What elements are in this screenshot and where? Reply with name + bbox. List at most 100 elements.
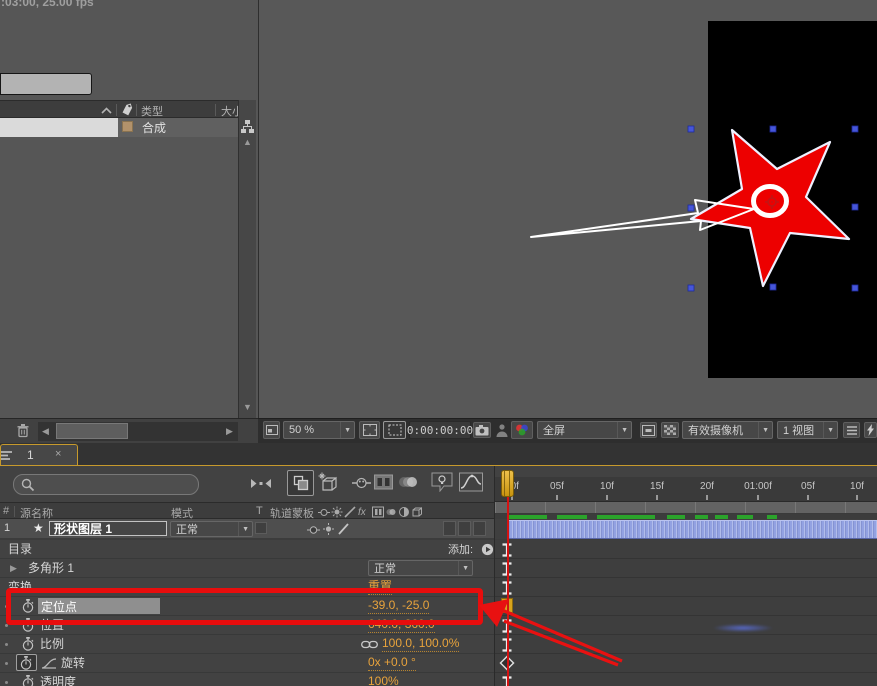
column-t[interactable]: T <box>256 505 263 517</box>
scroll-down-icon[interactable]: ▼ <box>243 403 252 412</box>
column-type[interactable]: 类型 <box>141 103 163 119</box>
expand-arrow-icon[interactable]: ▶ <box>10 564 17 573</box>
camera-view-dropdown[interactable]: 有效摄像机 ▼ <box>682 421 773 439</box>
effects-icon[interactable]: fx <box>357 505 371 518</box>
rotation-value[interactable]: 0x +0.0 ° <box>368 655 416 671</box>
column-index[interactable]: # <box>3 505 9 517</box>
layer-quality-switch[interactable] <box>337 522 350 536</box>
velocity-graph-icon[interactable] <box>41 657 57 669</box>
draft-3d-icon[interactable] <box>318 472 339 493</box>
polystar-mode-dropdown[interactable]: 正常 ▼ <box>368 560 473 576</box>
fast-preview-button[interactable] <box>864 422 877 438</box>
keyframe-nav-dot[interactable] <box>5 643 8 646</box>
shy-layers-icon[interactable] <box>352 474 371 490</box>
graph-editor-icon[interactable] <box>459 472 483 492</box>
scroll-right-icon[interactable]: ▶ <box>226 427 233 436</box>
label-tag-icon[interactable] <box>118 101 136 119</box>
rotation-stopwatch-active[interactable] <box>16 654 37 671</box>
safe-margins-button[interactable] <box>359 421 380 439</box>
frame-blend-column-icon[interactable] <box>372 506 384 518</box>
ruler-tick <box>807 495 809 500</box>
stopwatch-icon[interactable] <box>21 636 35 652</box>
shy-switch-icon[interactable] <box>318 506 330 518</box>
layer-index: 1 <box>4 522 11 534</box>
rotation-label: 旋转 <box>61 656 86 670</box>
zoom-level-dropdown[interactable]: 50 % ▼ <box>283 421 355 439</box>
column-divider <box>136 104 137 116</box>
motion-blur-icon[interactable] <box>398 474 418 490</box>
scroll-left-icon[interactable]: ◀ <box>42 427 49 436</box>
snapshot-button[interactable] <box>473 422 491 438</box>
timeline-search-input[interactable] <box>13 474 199 495</box>
live-update-button[interactable] <box>287 470 314 496</box>
scale-value[interactable]: 100.0, 100.0% <box>382 636 460 652</box>
mini-flowchart-icon[interactable] <box>250 476 272 491</box>
timeline-toggle-button[interactable] <box>843 422 860 438</box>
project-item-name-cell[interactable] <box>0 118 118 137</box>
channels-button[interactable] <box>511 421 533 439</box>
opacity-value[interactable]: 100% <box>368 674 399 686</box>
layer-3d-switch[interactable] <box>473 521 486 536</box>
flowchart-view-icon[interactable] <box>240 119 255 135</box>
brainstorm-icon[interactable] <box>431 472 453 492</box>
scrollbar-thumb[interactable] <box>56 423 128 439</box>
ruler-tick <box>606 495 608 500</box>
layer-row[interactable]: 1 ★ 形状图层 1 正常 ▼ <box>0 519 495 539</box>
current-time-indicator-handle[interactable] <box>501 470 514 497</box>
project-item-row[interactable]: 合成 <box>0 118 238 137</box>
layer-duration-bar[interactable] <box>508 520 877 539</box>
target-region-button[interactable] <box>640 422 657 438</box>
property-row-scale[interactable]: 比例 100.0, 100.0% <box>0 635 494 654</box>
time-ruler[interactable]: 00f 05f 10f 15f 20f 01:00f 05f 10f <box>495 477 877 502</box>
track-matte-checkbox[interactable] <box>255 522 267 534</box>
transparency-grid-button[interactable] <box>661 422 679 438</box>
trash-icon[interactable] <box>16 423 30 439</box>
tab-composition[interactable]: 1 × <box>0 444 78 466</box>
3d-layer-icon[interactable] <box>411 506 423 518</box>
frame-blend-icon[interactable] <box>374 474 393 490</box>
collapse-transformations-icon[interactable] <box>331 506 343 518</box>
view-count-dropdown[interactable]: 1 视图 ▼ <box>777 421 838 439</box>
region-of-interest-button[interactable] <box>383 421 406 439</box>
layer-motion-blur-switch[interactable] <box>458 521 471 536</box>
timeline-split-divider[interactable] <box>494 466 495 686</box>
project-horizontal-scrollbar[interactable]: ◀ ▶ <box>38 422 238 441</box>
quality-icon[interactable] <box>344 506 356 518</box>
layer-mode-dropdown[interactable]: 正常 ▼ <box>170 521 253 537</box>
project-search-input[interactable] <box>0 73 92 95</box>
polystar-mode-value: 正常 <box>374 563 396 575</box>
layer-frame-blend-switch[interactable] <box>443 521 456 536</box>
property-row-polystar[interactable]: ▶ 多角形 1 正常 ▼ <box>0 559 494 578</box>
layer-name-field[interactable]: 形状图层 1 <box>49 521 167 536</box>
tab-close-icon[interactable]: × <box>55 448 61 460</box>
composition-canvas[interactable] <box>708 21 877 378</box>
property-row-rotation[interactable]: 旋转 0x +0.0 ° <box>0 654 494 673</box>
color-label-swatch[interactable] <box>122 121 133 132</box>
checkerboard-icon <box>664 425 676 435</box>
keyframe-nav-dot[interactable] <box>5 662 8 665</box>
column-divider <box>116 104 117 116</box>
scroll-up-icon[interactable]: ▲ <box>243 138 252 147</box>
sort-caret-icon[interactable] <box>100 106 113 115</box>
project-vertical-scrollbar[interactable]: ▲ ▼ <box>238 100 256 418</box>
add-label[interactable]: 添加: <box>448 541 473 557</box>
motion-blur-column-icon[interactable] <box>385 506 397 518</box>
show-snapshot-icon[interactable] <box>495 423 509 439</box>
layer-shy-switch[interactable] <box>307 522 320 536</box>
keyframe-nav-dot[interactable] <box>5 681 8 684</box>
timeline-columns-header: # 源名称 模式 T 轨道蒙板 fx <box>0 502 495 520</box>
add-menu-icon[interactable] <box>481 543 494 556</box>
property-row-contents[interactable]: 目录 添加: <box>0 540 494 559</box>
layer-track <box>495 519 877 539</box>
adjustment-layer-icon[interactable] <box>398 506 410 518</box>
ruler-tick-label: 10f <box>600 481 614 492</box>
work-area-bar[interactable] <box>495 502 877 514</box>
stopwatch-icon[interactable] <box>21 674 35 686</box>
layer-collapse-switch[interactable] <box>322 522 335 536</box>
property-row-opacity[interactable]: 透明度 100% <box>0 673 494 686</box>
view-layout-button[interactable] <box>263 421 280 439</box>
constrain-proportions-chain-icon[interactable] <box>361 639 378 650</box>
current-time-indicator-line[interactable] <box>507 477 509 686</box>
resolution-dropdown[interactable]: 全屏 ▼ <box>537 421 632 439</box>
timecode-field[interactable]: 0:00:00:00 <box>407 421 473 439</box>
